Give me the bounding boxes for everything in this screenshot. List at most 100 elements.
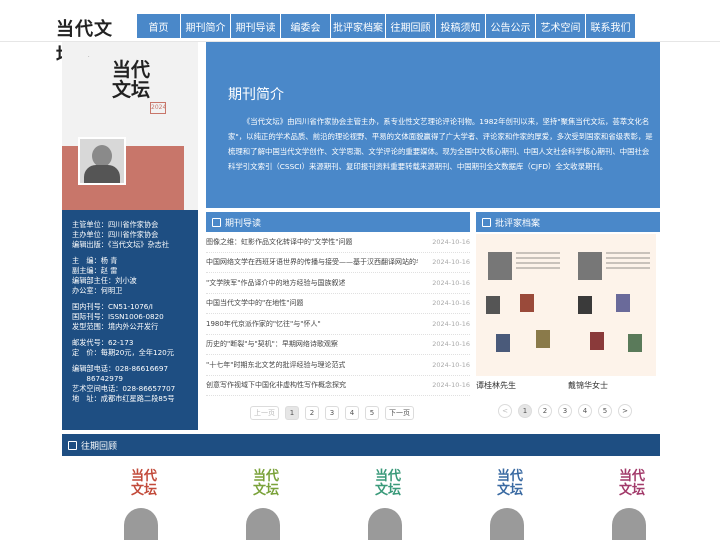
- issue-cover-portrait: [490, 508, 524, 540]
- cover-year: 2024: [150, 102, 166, 114]
- book-cover: [590, 332, 604, 350]
- nav-item[interactable]: 期刊导读: [231, 14, 281, 38]
- info-group: 主 编：杨 青副主编：赵 雷编辑部主任：刘小波 办公室：何明卫: [72, 256, 190, 296]
- nav-item[interactable]: 投稿须知: [436, 14, 486, 38]
- page-number-button[interactable]: 5: [598, 404, 612, 418]
- main-nav: 首页 期刊简介 期刊导读 编委会 批评家档案 往期回顾 投稿须知 公告公示 艺术空间 联系我们: [137, 14, 636, 38]
- current-issue-cover[interactable]: · 当代 文坛 2024: [62, 42, 198, 210]
- guide-pagination: 上一页 1 2 3 4 5 下一页: [250, 406, 420, 420]
- cover-portrait: [78, 137, 126, 185]
- critic-name[interactable]: 戴锦华女士: [568, 380, 608, 391]
- info-line: 国内刊号：CN51-1076/I: [72, 302, 153, 311]
- nav-item[interactable]: 编委会: [281, 14, 331, 38]
- article-row[interactable]: 创意写作视域下中国化非虚构性写作概念探究 2024-10-16: [206, 376, 470, 396]
- past-issue-cover[interactable]: 当代 文坛: [224, 464, 306, 540]
- article-title[interactable]: 1980年代京派作家的"忆往"与"怀人": [206, 319, 321, 329]
- nav-item[interactable]: 批评家档案: [331, 14, 386, 38]
- article-title[interactable]: 中国网络文学在西班牙语世界的传播与接受——基于汉西翻译网站的考察: [206, 257, 418, 267]
- next-page-button[interactable]: 下一页: [385, 406, 414, 420]
- past-issues-strip: 当代 文坛 当代 文坛 当代 文坛 当代 文坛 当代 文坛: [62, 456, 660, 540]
- page-number-button[interactable]: 4: [345, 406, 359, 420]
- prev-page-button[interactable]: <: [498, 404, 512, 418]
- article-date: 2024-10-16: [432, 319, 470, 328]
- book-cover: [496, 334, 510, 352]
- page-number-button[interactable]: 5: [365, 406, 379, 420]
- article-row[interactable]: 1980年代京派作家的"忆往"与"怀人" 2024-10-16: [206, 314, 470, 335]
- guide-section-title: 期刊导读: [225, 218, 262, 229]
- nav-item[interactable]: 往期回顾: [386, 14, 436, 38]
- article-title[interactable]: 创意写作视域下中国化非虚构性写作概念探究: [206, 380, 346, 390]
- issue-cover-title: 当代 文坛: [618, 469, 645, 498]
- issue-cover-portrait: [124, 508, 158, 540]
- critic-text-block: [516, 252, 560, 272]
- article-row[interactable]: 中国当代文学中的"在地性"问题 2024-10-16: [206, 294, 470, 314]
- info-group: 主管单位：四川省作家协会 主办单位：四川省作家协会 编辑出版：《当代文坛》杂志社: [72, 220, 190, 250]
- past-issue-cover[interactable]: 当代 文坛: [468, 464, 550, 540]
- list-icon: [68, 440, 77, 450]
- article-date: 2024-10-16: [432, 360, 470, 369]
- page-number-button[interactable]: 2: [538, 404, 552, 418]
- article-title[interactable]: 历史的"断裂"与"契机"：早期网络诗歌观察: [206, 339, 338, 349]
- page-number-button[interactable]: 1: [285, 406, 299, 420]
- info-line: 主办单位：四川省作家协会: [72, 230, 159, 239]
- critic-photo: [488, 252, 512, 280]
- book-cover: [578, 296, 592, 314]
- past-issue-cover[interactable]: 当代 文坛: [346, 464, 428, 540]
- article-title[interactable]: "十七年"时期东北文艺的批评经验与理论范式: [206, 360, 345, 370]
- info-line: 发型范围：境内外公开发行: [72, 322, 159, 331]
- nav-item[interactable]: 联系我们: [586, 14, 636, 38]
- nav-item[interactable]: 首页: [137, 14, 181, 38]
- next-page-button[interactable]: >: [618, 404, 632, 418]
- critics-section-title: 批评家档案: [495, 218, 541, 229]
- article-row[interactable]: "文学陕军"作品译介中的地方经验与国族叙述 2024-10-16: [206, 273, 470, 294]
- article-row[interactable]: 历史的"断裂"与"契机"：早期网络诗歌观察 2024-10-16: [206, 335, 470, 355]
- article-row[interactable]: 中国网络文学在西班牙语世界的传播与接受——基于汉西翻译网站的考察 2024-10-…: [206, 253, 470, 273]
- past-issue-cover[interactable]: 当代 文坛: [590, 464, 672, 540]
- critic-name[interactable]: 谭桂林先生: [476, 380, 516, 391]
- nav-item[interactable]: 艺术空间: [536, 14, 586, 38]
- nav-item[interactable]: 期刊简介: [181, 14, 231, 38]
- page-number-button[interactable]: 4: [578, 404, 592, 418]
- article-row[interactable]: 图像之维：虹影作品文化转译中的"文学性"问题 2024-10-16: [206, 232, 470, 253]
- info-line: 艺术空间电话：028-86657707: [72, 384, 176, 393]
- article-date: 2024-10-16: [432, 381, 470, 390]
- article-title[interactable]: 中国当代文学中的"在地性"问题: [206, 298, 303, 308]
- site-header: 当代文坛 首页期刊简介期刊导读编委会批评家档案往期回顾投稿须知公告公示艺术空间联…: [0, 0, 720, 66]
- article-date: 2024-10-16: [432, 237, 470, 246]
- critic-photo: [578, 252, 602, 280]
- article-row[interactable]: "十七年"时期东北文艺的批评经验与理论范式 2024-10-16: [206, 355, 470, 376]
- page-number-button[interactable]: 3: [325, 406, 339, 420]
- nav-item[interactable]: 公告公示: [486, 14, 536, 38]
- info-line: 编辑部主任：刘小波: [72, 276, 137, 285]
- info-group: 编辑部电话：028-86616697 86742979 艺术空间电话：028-86…: [72, 364, 190, 404]
- article-title[interactable]: 图像之维：虹影作品文化转译中的"文学性"问题: [206, 237, 352, 247]
- list-icon: [482, 217, 491, 227]
- intro-text: 《当代文坛》由四川省作家协会主管主办，系专业性文艺理论评论刊物。1982年创刊以…: [228, 117, 653, 171]
- page-number-button[interactable]: 2: [305, 406, 319, 420]
- info-line: 主 编：杨 青: [72, 256, 118, 265]
- critic-card[interactable]: [476, 234, 566, 376]
- article-title[interactable]: "文学陕军"作品译介中的地方经验与国族叙述: [206, 278, 345, 288]
- info-line: 国际刊号：ISSN1006-0820: [72, 312, 164, 321]
- cover-title: 当代 文坛: [111, 59, 150, 101]
- book-cover: [486, 296, 500, 314]
- article-date: 2024-10-16: [432, 299, 470, 308]
- critics-section-header: 批评家档案: [476, 212, 660, 232]
- info-line: 定 价：每期20元，全年120元: [72, 348, 174, 357]
- issue-cover-title: 当代 文坛: [252, 469, 279, 498]
- page-number-button[interactable]: 1: [518, 404, 532, 418]
- info-group: 国内刊号：CN51-1076/I 国际刊号：ISSN1006-0820 发型范围：境…: [72, 302, 190, 332]
- book-cover: [520, 294, 534, 312]
- past-issue-cover[interactable]: 当代 文坛: [102, 464, 184, 540]
- issue-cover-title: 当代 文坛: [374, 469, 401, 498]
- critic-card[interactable]: [566, 234, 656, 376]
- book-cover: [628, 334, 642, 352]
- issues-section-header: 往期回顾: [62, 434, 660, 456]
- page-number-button[interactable]: 3: [558, 404, 572, 418]
- intro-title: 期刊简介: [228, 87, 284, 103]
- site-logo[interactable]: 当代文坛: [56, 15, 130, 66]
- info-line: 副主编：赵 雷: [72, 266, 118, 275]
- issue-cover-portrait: [368, 508, 402, 540]
- info-line: 邮发代号：62-173: [72, 338, 134, 347]
- prev-page-button[interactable]: 上一页: [250, 406, 279, 420]
